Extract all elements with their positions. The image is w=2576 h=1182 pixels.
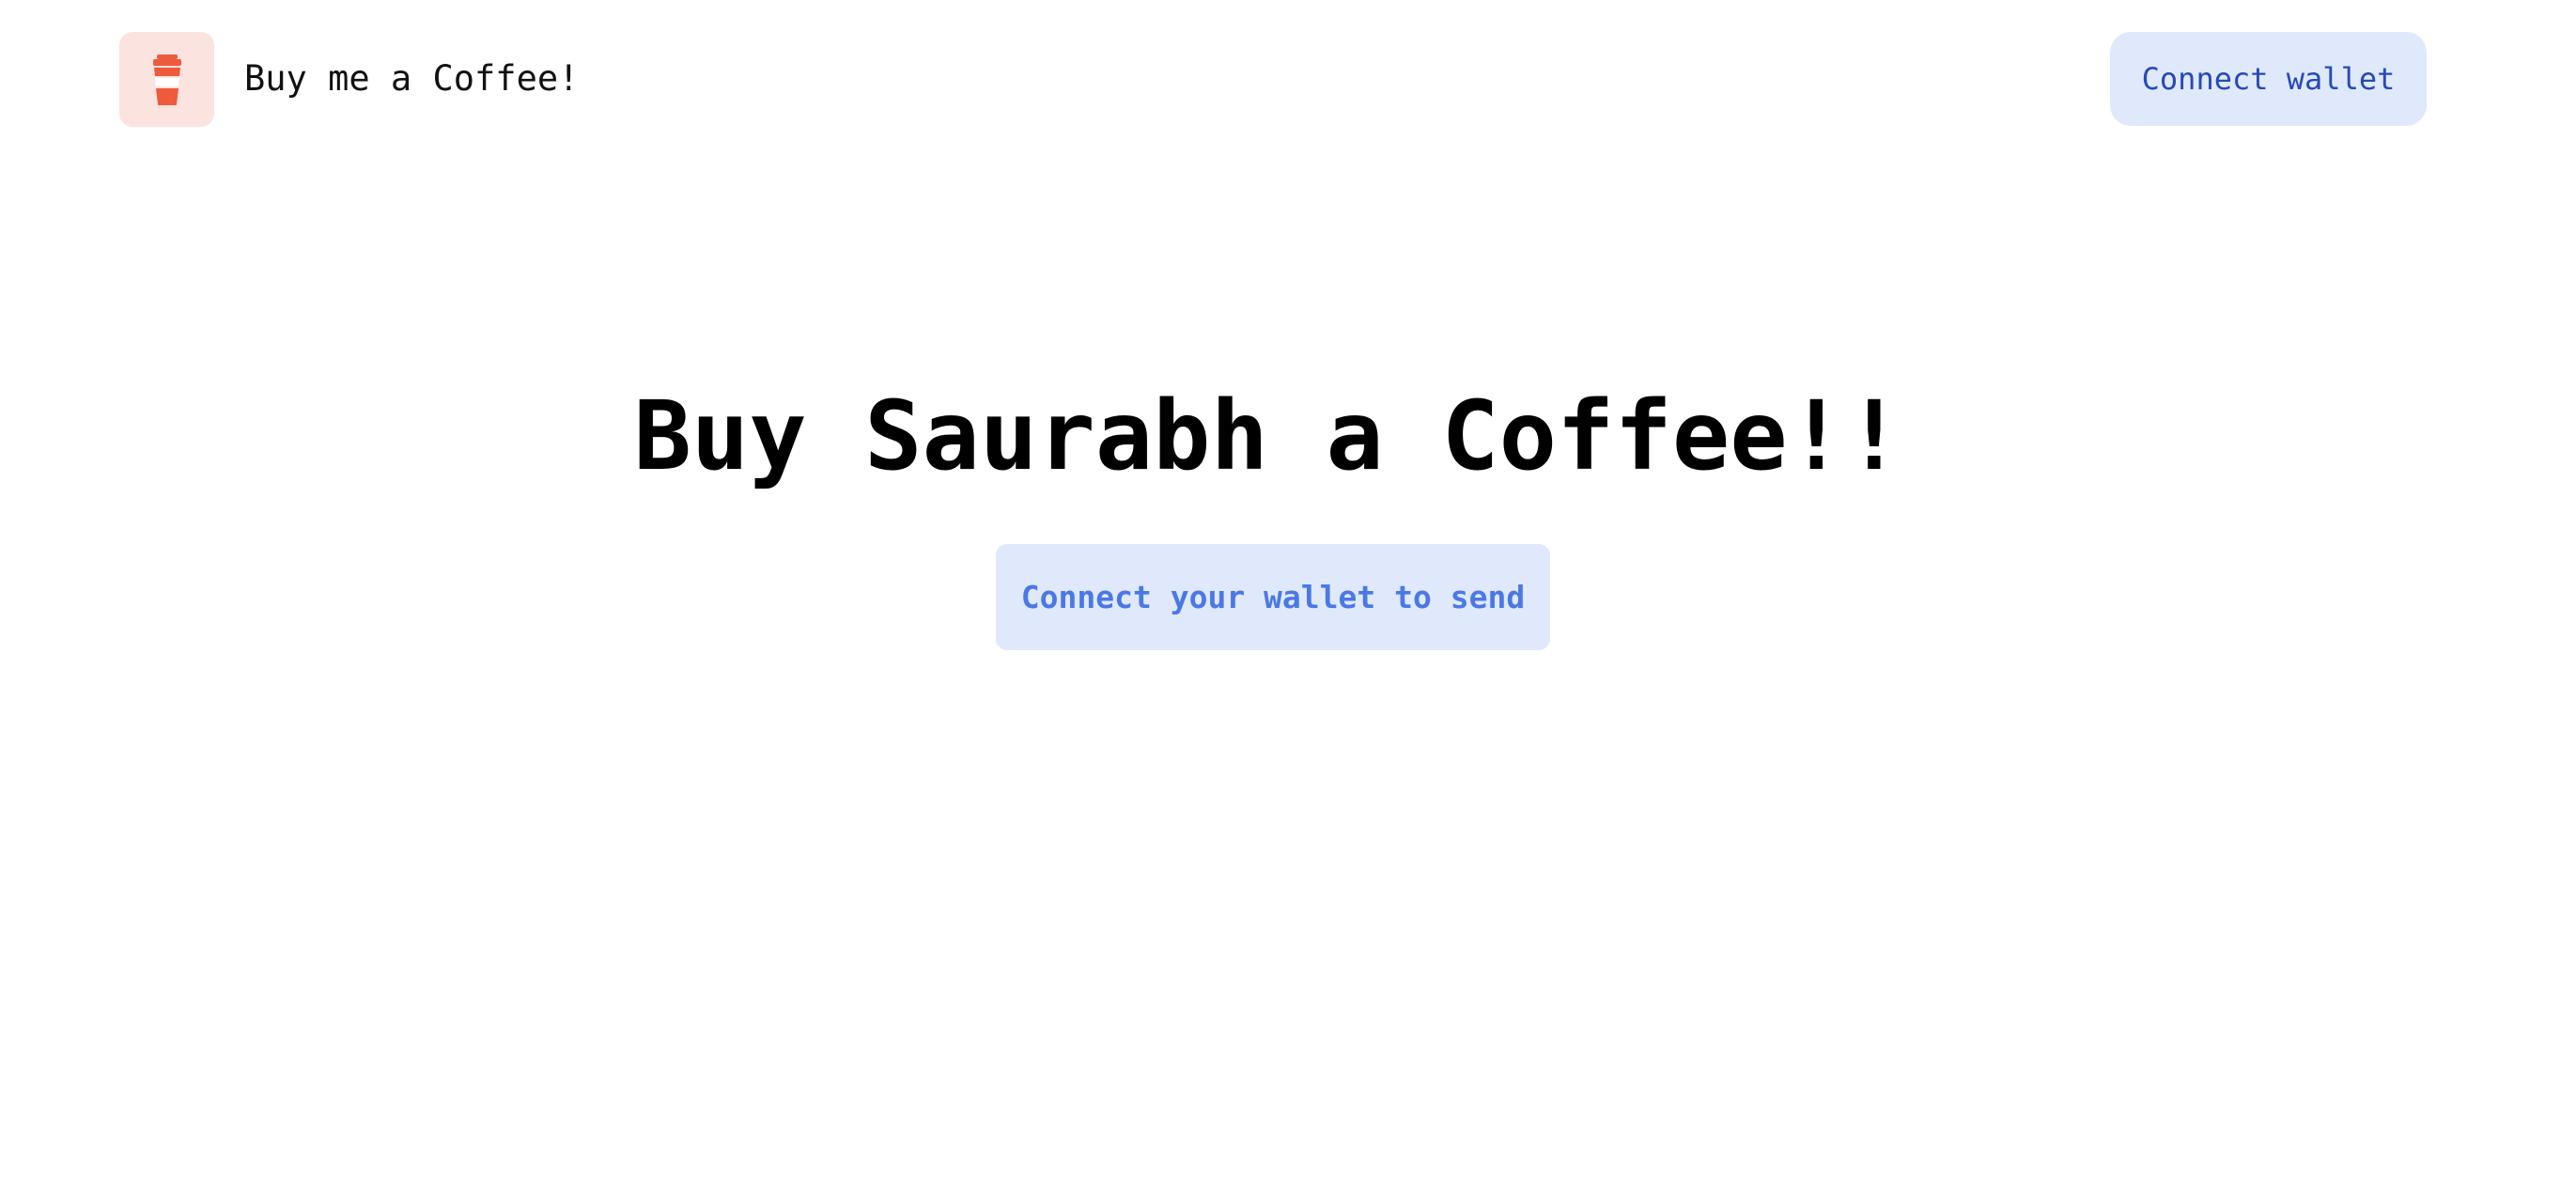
brand-title: Buy me a Coffee! [244, 58, 580, 99]
logo[interactable] [119, 32, 214, 127]
connect-wallet-to-send-button[interactable]: Connect your wallet to send [996, 544, 1550, 650]
page-title: Buy Saurabh a Coffee!! [633, 381, 1903, 492]
page: Buy me a Coffee! Connect wallet Buy Saur… [0, 0, 2576, 1182]
coffee-cup-icon [152, 54, 181, 105]
connect-wallet-button[interactable]: Connect wallet [2110, 32, 2427, 126]
